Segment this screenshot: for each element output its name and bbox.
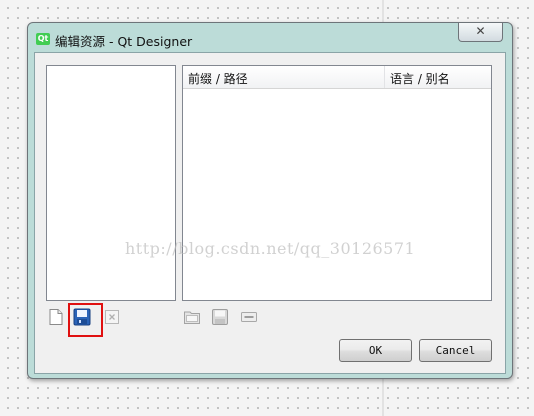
column-prefix-path[interactable]: 前缀 / 路径 — [183, 66, 385, 88]
remove-file-icon[interactable] — [103, 308, 121, 326]
qt-app-icon: Qt — [36, 33, 50, 45]
cancel-button[interactable]: Cancel — [419, 339, 492, 362]
save-icon[interactable] — [211, 308, 229, 326]
column-language-alias-label: 语言 / 别名 — [390, 72, 450, 86]
resource-tree-header: 前缀 / 路径 语言 / 别名 — [183, 66, 491, 89]
column-language-alias[interactable]: 语言 / 别名 — [385, 66, 491, 88]
new-file-icon[interactable] — [47, 308, 65, 326]
title-bar[interactable]: Qt 编辑资源 - Qt Designer ✕ — [28, 23, 512, 52]
resource-files-list[interactable] — [46, 65, 176, 301]
dialog-client-area: 前缀 / 路径 语言 / 别名 http://blog.csdn.net/qq_… — [34, 52, 506, 374]
resource-tree[interactable]: 前缀 / 路径 语言 / 别名 — [182, 65, 492, 301]
close-button[interactable]: ✕ — [458, 23, 503, 42]
add-folder-icon[interactable] — [183, 308, 201, 326]
edit-resources-dialog: Qt 编辑资源 - Qt Designer ✕ 前缀 / 路径 语言 / 别名 … — [27, 22, 513, 379]
minus-icon[interactable] — [240, 308, 258, 326]
window-title: 编辑资源 - Qt Designer — [55, 34, 193, 49]
column-prefix-path-label: 前缀 / 路径 — [188, 72, 248, 86]
highlight-box — [68, 303, 103, 337]
ok-button[interactable]: OK — [339, 339, 412, 362]
